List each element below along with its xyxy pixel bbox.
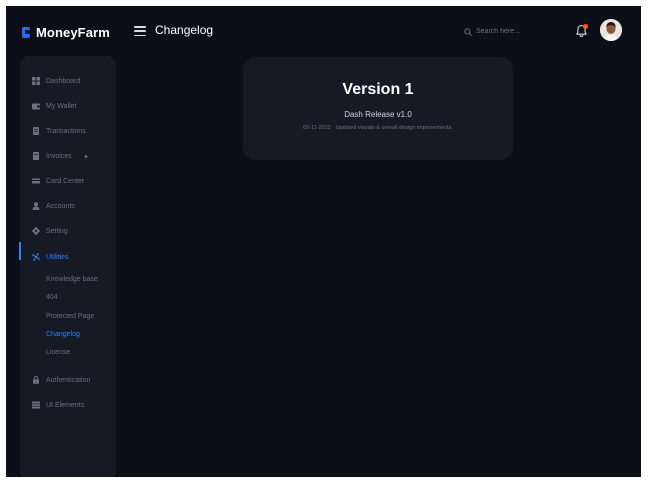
search-icon	[464, 27, 472, 36]
sidebar-item-label: My Wallet	[46, 102, 77, 110]
chevron-right-icon	[84, 154, 88, 158]
active-indicator	[19, 242, 21, 260]
brand-name: MoneyFarm	[36, 24, 110, 40]
search-box[interactable]	[464, 24, 544, 39]
sidebar-item-label: Setting	[46, 227, 68, 235]
sub-item-404[interactable]: 404	[46, 294, 58, 301]
notifications-button[interactable]	[575, 23, 589, 38]
sidebar-item-card-center[interactable]: Card Center	[32, 175, 84, 187]
sidebar-item-label: Transactions	[46, 127, 86, 135]
sidebar-item-label: Authentication	[46, 376, 91, 384]
sidebar-item-invoices[interactable]: Invoices	[32, 150, 89, 162]
gear-icon	[32, 227, 40, 235]
sub-item-protected-page[interactable]: Protected Page	[46, 313, 94, 320]
avatar[interactable]	[600, 19, 622, 41]
release-name: Dash Release v1.0	[344, 110, 412, 119]
sidebar-item-label: UI Elements	[46, 401, 85, 409]
sidebar: Dashboard My Wallet Transactions Invoice…	[19, 56, 116, 477]
sub-item-license[interactable]: License	[46, 349, 70, 356]
sidebar-item-setting[interactable]: Setting	[32, 225, 68, 237]
search-input[interactable]	[476, 28, 538, 35]
app-window: MoneyFarm Changelog Search here... Dashb…	[6, 6, 641, 477]
page-title: Changelog	[155, 23, 214, 37]
ui-elements-icon	[32, 401, 40, 409]
dashboard-icon	[32, 77, 40, 85]
sidebar-item-dashboard[interactable]: Dashboard	[32, 75, 80, 87]
changelog-card: Version 1 Dash Release v1.0 03-11-2022 ·…	[243, 57, 513, 160]
sidebar-item-ui-elements[interactable]: UI Elements	[32, 399, 84, 411]
release-note: 03-11-2022 · Updated visuals & overall d…	[302, 125, 453, 131]
wallet-icon	[32, 103, 40, 110]
sidebar-item-label: Utilities	[46, 253, 69, 261]
invoice-icon	[33, 152, 39, 160]
receipt-icon	[33, 127, 39, 135]
sub-item-changelog[interactable]: Changelog	[46, 331, 80, 338]
brand-logo[interactable]: MoneyFarm	[22, 23, 110, 41]
sidebar-item-authentication[interactable]: Authentication	[32, 374, 90, 386]
notification-badge	[583, 24, 588, 29]
hamburger-icon	[134, 26, 146, 28]
version-title: Version 1	[342, 81, 414, 98]
menu-toggle-button[interactable]	[134, 26, 146, 36]
sidebar-item-label: Dashboard	[46, 77, 81, 85]
sidebar-item-label: Accounts	[46, 202, 75, 210]
sidebar-item-label: Invoices	[46, 152, 72, 160]
sidebar-item-accounts[interactable]: Accounts	[32, 200, 75, 212]
sidebar-item-my-wallet[interactable]: My Wallet	[32, 100, 76, 112]
user-icon	[32, 202, 40, 210]
user-avatar-photo	[600, 19, 622, 41]
lock-icon	[33, 376, 39, 384]
sidebar-item-utilities[interactable]: Utilities	[32, 251, 69, 263]
sub-item-knowledge-base[interactable]: Knowledge base	[46, 276, 98, 283]
utilities-icon	[32, 253, 40, 261]
moneyfarm-logo-icon	[22, 26, 30, 38]
sidebar-item-transactions[interactable]: Transactions	[32, 125, 86, 137]
sidebar-item-label: Card Center	[46, 177, 85, 185]
card-icon	[32, 178, 40, 184]
